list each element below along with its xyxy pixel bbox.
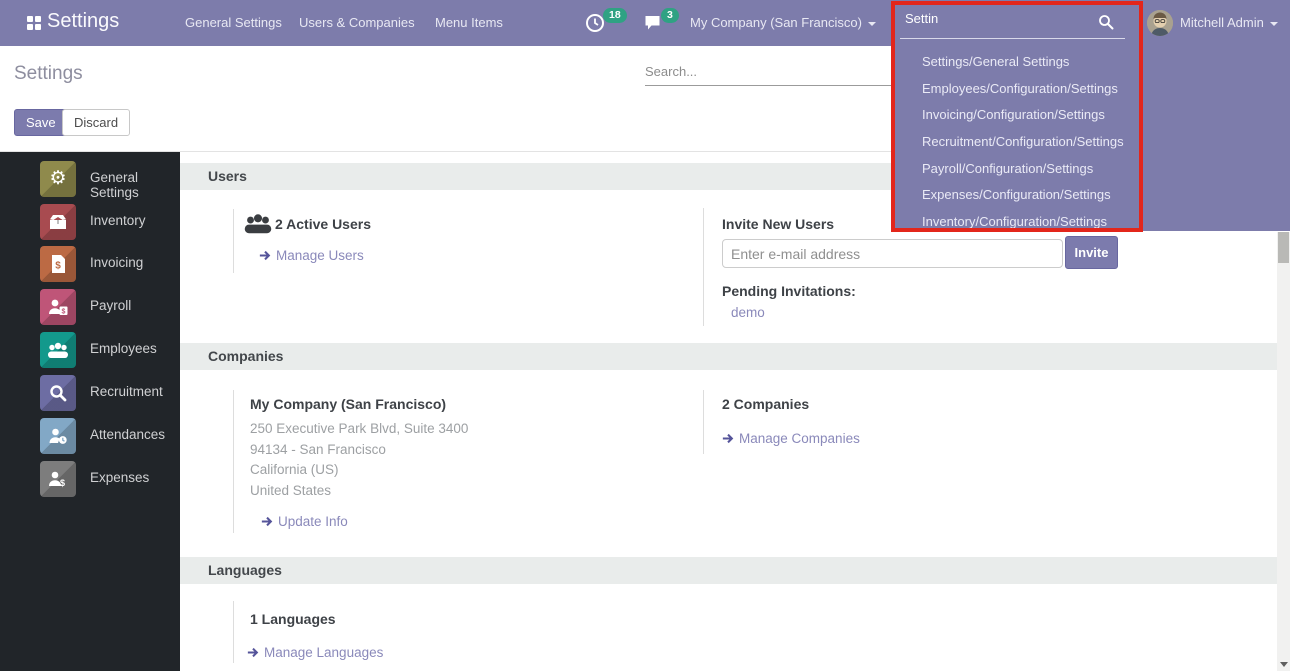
search-suggestion[interactable]: Invoicing/Configuration/Settings [922,107,1105,122]
sidebar-item-general-settings[interactable]: ⚙ General Settings [0,161,180,204]
top-navbar: Settings General Settings Users & Compan… [0,0,1290,46]
invite-button[interactable]: Invite [1065,236,1118,269]
company-address-line: 250 Executive Park Blvd, Suite 3400 [250,421,468,436]
manage-languages-link[interactable]: Manage Languages [247,645,383,660]
arrow-right-icon [259,250,271,261]
section-header-languages: Languages [180,557,1277,584]
arrow-right-icon [247,647,259,658]
svg-text:$: $ [55,261,61,272]
user-photo-icon [1147,10,1173,36]
manage-companies-link[interactable]: Manage Companies [722,431,860,446]
sidebar-item-recruitment[interactable]: Recruitment [0,375,180,418]
recruitment-magnifier-icon [40,375,76,411]
search-suggestion[interactable]: Settings/General Settings [922,54,1069,69]
manage-users-link[interactable]: Manage Users [259,248,364,263]
company-address-line: California (US) [250,462,339,477]
activity-badge: 18 [603,8,627,23]
active-users-count: 2 Active Users [275,216,371,232]
section-header-companies: Companies [180,343,1277,370]
languages-count: 1 Languages [250,611,336,627]
company-address-line: United States [250,483,331,498]
employees-group-icon [40,332,76,368]
expenses-person-dollar-icon: $ [40,461,76,497]
sidebar-item-payroll[interactable]: $ Payroll [0,289,180,332]
setting-box-divider [233,601,234,663]
search-suggestion[interactable]: Employees/Configuration/Settings [922,81,1118,96]
search-suggestion[interactable]: Recruitment/Configuration/Settings [922,134,1124,149]
invite-new-users-label: Invite New Users [722,216,834,232]
scrollbar-down-arrow-icon[interactable] [1280,662,1288,667]
menu-menu-items[interactable]: Menu Items [435,15,503,30]
inventory-box-icon [40,204,76,240]
menu-users-companies[interactable]: Users & Companies [299,15,415,30]
scrollbar-thumb[interactable] [1278,232,1289,263]
arrow-right-icon [261,516,273,527]
settings-sidebar: ⚙ General Settings Inventory $ Invoicing… [0,152,180,671]
company-address-line: 94134 - San Francisco [250,442,386,457]
search-suggestion[interactable]: Inventory/Configuration/Settings [922,214,1107,229]
arrow-right-icon [722,433,734,444]
sidebar-item-invoicing[interactable]: $ Invoicing [0,246,180,289]
chevron-down-icon [1270,22,1278,26]
setting-box-divider [233,209,234,273]
svg-text:$: $ [60,478,65,488]
gear-icon: ⚙ [40,161,76,197]
sidebar-item-attendances[interactable]: Attendances [0,418,180,461]
update-info-link[interactable]: Update Info [261,514,348,529]
discard-button[interactable]: Discard [62,109,130,136]
message-badge: 3 [661,8,679,23]
activity-clock-icon[interactable] [585,13,605,33]
app-search-input[interactable] [905,11,1080,26]
app-search-underline [900,38,1125,39]
pending-invitation-user-link[interactable]: demo [731,305,765,320]
payroll-person-card-icon: $ [40,289,76,325]
pending-invitations-label: Pending Invitations: [722,283,856,299]
company-name: My Company (San Francisco) [250,396,446,412]
attendance-person-clock-icon [40,418,76,454]
sidebar-item-employees[interactable]: Employees [0,332,180,375]
apps-menu-icon[interactable] [27,16,41,30]
menu-general-settings[interactable]: General Settings [185,15,282,30]
sidebar-item-inventory[interactable]: Inventory [0,204,180,247]
company-switcher[interactable]: My Company (San Francisco) [690,15,876,30]
breadcrumb: Settings [14,63,83,85]
vertical-scrollbar[interactable] [1277,232,1290,671]
app-title[interactable]: Settings [47,10,119,33]
user-menu[interactable]: Mitchell Admin [1180,15,1278,30]
setting-box-divider [233,390,234,533]
sidebar-item-expenses[interactable]: $ Expenses [0,461,180,504]
save-button[interactable]: Save [14,109,68,136]
users-group-icon [244,212,272,235]
companies-count: 2 Companies [722,396,809,412]
search-suggestion[interactable]: Payroll/Configuration/Settings [922,161,1093,176]
invite-email-input[interactable] [722,239,1063,268]
setting-box-divider [703,208,704,326]
chevron-down-icon [868,22,876,26]
search-suggestion[interactable]: Expenses/Configuration/Settings [922,187,1111,202]
avatar[interactable] [1147,10,1173,36]
setting-box-divider [703,390,704,454]
search-icon[interactable] [1098,14,1114,30]
svg-text:$: $ [62,309,66,316]
invoice-document-icon: $ [40,246,76,282]
